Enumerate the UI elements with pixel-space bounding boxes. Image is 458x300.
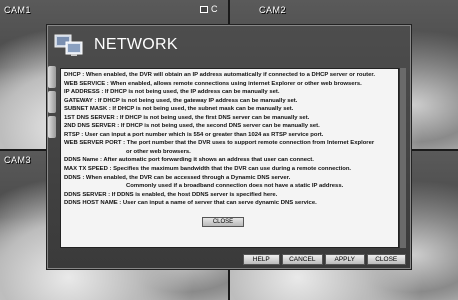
record-box-icon [200,5,208,13]
help-close-button[interactable]: CLOSE [202,217,244,227]
help-line: GATEWAY : If DHCP is not being used, the… [64,97,298,104]
help-line: WEB SERVICE : When enabled, allows remot… [64,80,362,87]
help-line: 1ST DNS SERVER : If DHCP is not being us… [64,114,310,121]
side-tab[interactable] [48,66,56,88]
help-scrollbar[interactable] [399,68,406,248]
help-line: DHCP : When enabled, the DVR will obtain… [64,72,375,78]
cancel-button[interactable]: CANCEL [281,254,323,265]
side-tab-strip [48,66,58,141]
camera-label: CAM2 [259,5,287,15]
dialog-title: NETWORK [94,36,178,53]
camera-label: CAM1 [4,5,32,15]
record-indicator-label: C [211,4,218,14]
help-line: DDNS HOST NAME : User can input a name o… [64,200,317,207]
help-line: WEB SERVER PORT : The port number that t… [64,140,375,147]
help-line: 2ND DNS SERVER : If DHCP is not being us… [64,123,320,130]
dialog-button-bar: HELP CANCEL APPLY CLOSE [243,254,406,266]
help-line: MAX TX SPEED : Specifies the maximum ban… [64,166,352,173]
record-indicator: C [200,4,218,14]
help-line: DDNS : When enabled, the DVR can be acce… [64,174,291,181]
close-button[interactable]: CLOSE [366,254,406,265]
side-tab[interactable] [48,116,56,138]
help-line: IP ADDRESS : If DHCP is not being used, … [64,89,280,96]
help-line: DDNS SERVER : If DDNS is enabled, the ho… [64,191,278,198]
network-icon [54,34,83,56]
apply-button[interactable]: APPLY [325,254,365,265]
side-tab[interactable] [48,91,56,113]
camera-label: CAM3 [4,155,32,165]
help-line: SUBNET MASK : If DHCP is not being used,… [64,106,294,113]
network-dialog: NETWORK DHCP : When enabled, the DVR wil… [47,25,411,269]
help-line: or other web browsers. [126,148,191,155]
help-button[interactable]: HELP [243,254,280,265]
help-line: DDNS Name : After automatic port forward… [64,157,314,164]
dialog-header: NETWORK [48,26,410,64]
help-line: RTSP : User can input a port number whic… [64,131,324,138]
help-line: Commonly used if a broadband connection … [126,183,344,190]
